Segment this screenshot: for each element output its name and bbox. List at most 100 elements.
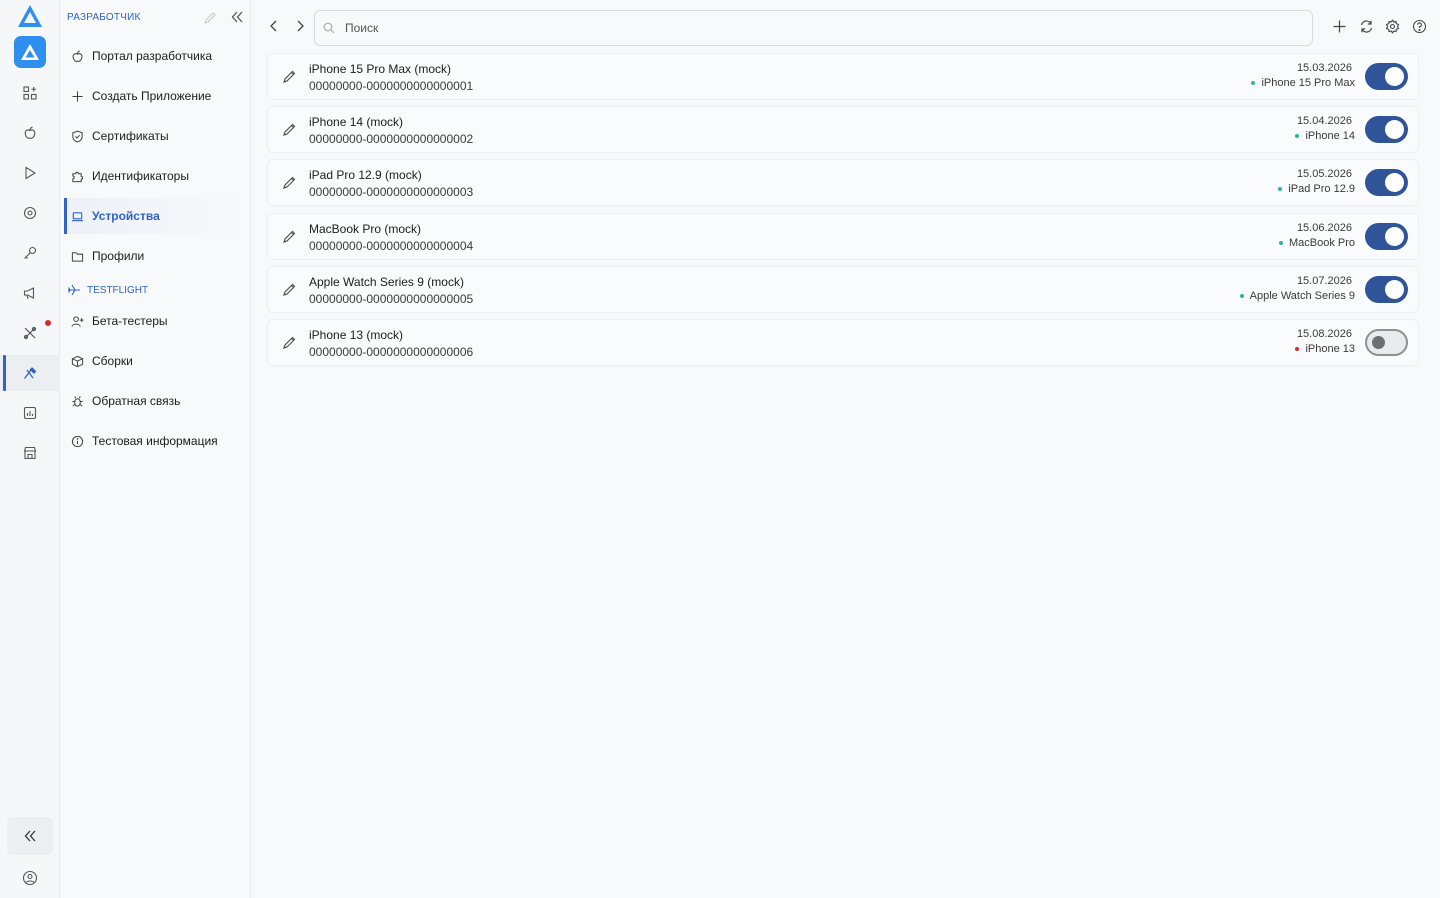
- sidebar-section-testflight: TESTFLIGHT: [67, 283, 148, 297]
- rail-store-button[interactable]: [0, 435, 60, 471]
- device-enabled-toggle[interactable]: [1365, 116, 1408, 143]
- sidebar-item-feedback[interactable]: Обратная связь: [64, 383, 250, 419]
- tools-icon: [23, 326, 37, 340]
- sidebar-item-beta-testers[interactable]: Бета-тестеры: [64, 303, 250, 339]
- device-row[interactable]: Apple Watch Series 9 (mock) 00000000-000…: [267, 266, 1419, 313]
- sidebar-item-profiles[interactable]: Профили: [64, 238, 250, 274]
- search-icon: [323, 22, 335, 34]
- sidebar-item-label: Профили: [92, 249, 145, 263]
- pencil-icon[interactable]: [282, 282, 297, 297]
- device-model: iPad Pro 12.9: [1278, 183, 1355, 195]
- pencil-icon[interactable]: [282, 335, 297, 350]
- shield-check-icon: [71, 130, 84, 143]
- device-name: MacBook Pro (mock): [309, 222, 422, 236]
- sidebar-item-label: Сборки: [92, 354, 133, 368]
- app-logo-icon: [18, 5, 42, 27]
- pencil-icon[interactable]: [282, 69, 297, 84]
- device-udid: 00000000-0000000000000006: [309, 345, 474, 359]
- device-udid: 00000000-0000000000000005: [309, 292, 474, 306]
- forward-arrow-icon[interactable]: [293, 19, 307, 33]
- chevrons-left-icon[interactable]: [230, 10, 244, 24]
- status-dot: [1251, 81, 1256, 85]
- pencil-icon[interactable]: [282, 175, 297, 190]
- icon-rail: [0, 0, 60, 898]
- device-row[interactable]: iPad Pro 12.9 (mock) 00000000-0000000000…: [267, 159, 1419, 206]
- device-udid: 00000000-0000000000000004: [309, 239, 474, 253]
- sidebar-section-developer: РАЗРАБОТЧИК: [67, 12, 141, 23]
- sidebar: РАЗРАБОТЧИК Портал разработчика Создать …: [60, 0, 251, 898]
- target-icon: [23, 206, 37, 220]
- store-icon: [23, 446, 37, 460]
- pencil-icon[interactable]: [282, 229, 297, 244]
- device-name: Apple Watch Series 9 (mock): [309, 275, 464, 289]
- rail-megaphone-button[interactable]: [0, 275, 60, 311]
- device-enabled-toggle[interactable]: [1365, 276, 1408, 303]
- status-dot: [1278, 187, 1283, 191]
- rail-collapse-button[interactable]: [7, 817, 53, 855]
- play-icon: [25, 166, 37, 180]
- device-date: 15.08.2026: [1296, 328, 1352, 340]
- status-dot: [1239, 294, 1244, 298]
- sidebar-item-label: Обратная связь: [92, 394, 181, 408]
- key-icon: [24, 246, 37, 259]
- apple-icon: [71, 50, 84, 63]
- user-circle-icon[interactable]: [22, 870, 38, 886]
- sidebar-item-developer-portal[interactable]: Портал разработчика: [64, 38, 250, 74]
- refresh-icon[interactable]: [1359, 19, 1374, 34]
- app-store-connect-button[interactable]: [14, 36, 46, 68]
- sidebar-item-label: Создать Приложение: [92, 89, 212, 103]
- puzzle-icon: [71, 170, 84, 183]
- pencil-icon[interactable]: [203, 11, 217, 25]
- rail-target-button[interactable]: [0, 195, 60, 231]
- sidebar-item-label: Тестовая информация: [92, 434, 218, 448]
- device-date: 15.05.2026: [1296, 168, 1352, 180]
- device-row[interactable]: MacBook Pro (mock) 00000000-000000000000…: [267, 213, 1419, 260]
- device-row[interactable]: iPhone 15 Pro Max (mock) 00000000-000000…: [267, 53, 1419, 100]
- status-dot: [1278, 241, 1283, 245]
- sidebar-item-label: Идентификаторы: [92, 169, 189, 183]
- device-date: 15.03.2026: [1296, 62, 1352, 74]
- sidebar-item-test-info[interactable]: Тестовая информация: [64, 423, 250, 459]
- sidebar-item-devices[interactable]: Устройства: [64, 198, 250, 234]
- rail-analytics-button[interactable]: [0, 395, 60, 431]
- device-enabled-toggle[interactable]: [1365, 169, 1408, 196]
- pencil-icon[interactable]: [282, 122, 297, 137]
- sidebar-item-builds[interactable]: Сборки: [64, 343, 250, 379]
- device-name: iPhone 15 Pro Max (mock): [309, 62, 452, 76]
- device-name: iPhone 13 (mock): [309, 328, 404, 342]
- laptop-icon: [71, 210, 84, 223]
- sidebar-item-label: Устройства: [92, 209, 160, 223]
- rail-play-button[interactable]: [0, 155, 60, 191]
- rail-apps-button[interactable]: [0, 75, 60, 111]
- device-date: 15.06.2026: [1296, 222, 1352, 234]
- back-arrow-icon[interactable]: [267, 19, 281, 33]
- sidebar-item-create-app[interactable]: Создать Приложение: [64, 78, 250, 114]
- device-row[interactable]: iPhone 14 (mock) 00000000-00000000000000…: [267, 106, 1419, 153]
- add-icon[interactable]: [1332, 19, 1347, 34]
- device-udid: 00000000-0000000000000003: [309, 185, 474, 199]
- grid-plus-icon: [23, 86, 37, 100]
- device-enabled-toggle[interactable]: [1365, 63, 1408, 90]
- chevrons-left-icon: [24, 830, 36, 842]
- gear-icon[interactable]: [1385, 19, 1400, 34]
- info-icon: [71, 435, 84, 448]
- device-enabled-toggle[interactable]: [1365, 329, 1408, 356]
- device-row[interactable]: iPhone 13 (mock) 00000000-00000000000000…: [267, 319, 1419, 366]
- sidebar-item-identifiers[interactable]: Идентификаторы: [64, 158, 250, 194]
- rail-key-button[interactable]: [0, 235, 60, 271]
- device-model: iPhone 14: [1295, 130, 1355, 142]
- device-name: iPhone 14 (mock): [309, 115, 404, 129]
- help-icon[interactable]: [1412, 19, 1427, 34]
- notification-badge: [45, 320, 51, 326]
- rail-xcode-button[interactable]: [0, 355, 60, 391]
- rail-apple-button[interactable]: [0, 115, 60, 151]
- status-dot: [1295, 347, 1300, 351]
- rail-tools-button[interactable]: [0, 315, 60, 351]
- sidebar-item-label: Бета-тестеры: [92, 314, 168, 328]
- folder-icon: [71, 250, 84, 263]
- device-enabled-toggle[interactable]: [1365, 223, 1408, 250]
- search-input[interactable]: [345, 21, 1245, 35]
- sidebar-item-certificates[interactable]: Сертификаты: [64, 118, 250, 154]
- app-logo-icon: [21, 44, 39, 60]
- search-bar[interactable]: [314, 10, 1313, 46]
